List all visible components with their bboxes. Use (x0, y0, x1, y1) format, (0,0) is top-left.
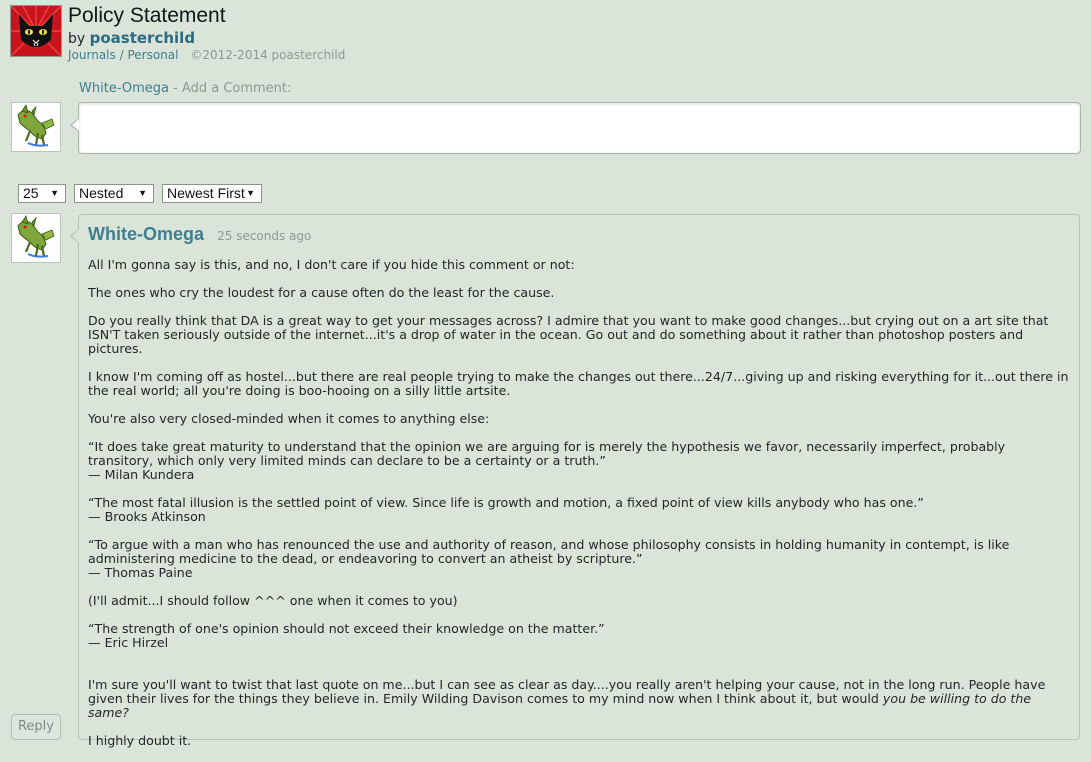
comment-paragraph: All I'm gonna say is this, and no, I don… (88, 257, 575, 272)
add-comment-label-text: - Add a Comment: (168, 81, 292, 96)
comment-header: White-Omega 25 seconds ago (88, 224, 311, 245)
comment-closing-paragraph: I'm sure you'll want to twist that last … (88, 678, 1073, 720)
comment-paragraph: You're also very closed-minded when it c… (88, 411, 490, 426)
comment-timestamp[interactable]: 25 seconds ago (217, 229, 311, 243)
copyright-text: ©2012-2014 poasterchild (190, 48, 346, 62)
black-cat-icon (11, 6, 61, 56)
reply-button[interactable]: Reply (11, 714, 61, 740)
add-comment-label: White-Omega - Add a Comment: (79, 81, 291, 96)
byline-prefix: by (68, 31, 86, 47)
commenter-avatar[interactable] (11, 213, 61, 263)
per-page-value: 25 (23, 185, 39, 201)
comment-quote: “It does take great maturity to understa… (88, 439, 1006, 482)
comment-paragraph: The ones who cry the loudest for a cause… (88, 285, 555, 300)
comment-quote: “To argue with a man who has renounced t… (88, 537, 1010, 580)
author-avatar[interactable] (10, 5, 62, 57)
dropdown-arrow-icon: ▼ (246, 188, 255, 198)
breadcrumb: Journals / Personal ©2012-2014 poasterch… (68, 48, 345, 63)
comment-body: All I'm gonna say is this, and no, I don… (88, 258, 1073, 762)
comment-card: White-Omega 25 seconds ago All I'm gonna… (78, 214, 1080, 748)
breadcrumb-separator: / (119, 48, 124, 62)
comment-pointer-inner (72, 229, 79, 243)
comment-quote: “The strength of one's opinion should no… (88, 621, 605, 650)
per-page-select[interactable]: 25 ▼ (18, 184, 66, 203)
breadcrumb-personal[interactable]: Personal (127, 48, 178, 62)
current-user-link[interactable]: White-Omega (79, 81, 169, 96)
dropdown-arrow-icon: ▼ (138, 188, 147, 198)
view-mode-select[interactable]: Nested ▼ (74, 184, 154, 203)
comment-paragraph: (I'll admit...I should follow ^^^ one wh… (88, 593, 458, 608)
comment-paragraph: I know I'm coming off as hostel...but th… (88, 369, 1069, 398)
page-title: Policy Statement (68, 4, 226, 27)
comment-final-line: I highly doubt it. (88, 733, 192, 748)
sort-order-select[interactable]: Newest First ▼ (162, 184, 262, 203)
add-comment-box[interactable] (78, 102, 1081, 154)
add-comment-input[interactable] (79, 103, 1080, 153)
current-user-avatar[interactable] (11, 102, 61, 152)
green-creature-icon (12, 103, 60, 151)
byline: by poasterchild (68, 30, 345, 47)
comment-author-link[interactable]: White-Omega (88, 224, 204, 244)
sort-order-value: Newest First (167, 185, 245, 201)
comment-box-pointer-inner (72, 119, 79, 131)
dropdown-arrow-icon: ▼ (50, 188, 59, 198)
green-creature-icon (12, 214, 60, 262)
author-link[interactable]: poasterchild (90, 29, 195, 47)
view-mode-value: Nested (79, 185, 124, 201)
comment-paragraph: Do you really think that DA is a great w… (88, 313, 1049, 356)
breadcrumb-journals[interactable]: Journals (68, 48, 116, 62)
comment-quote: “The most fatal illusion is the settled … (88, 495, 924, 524)
